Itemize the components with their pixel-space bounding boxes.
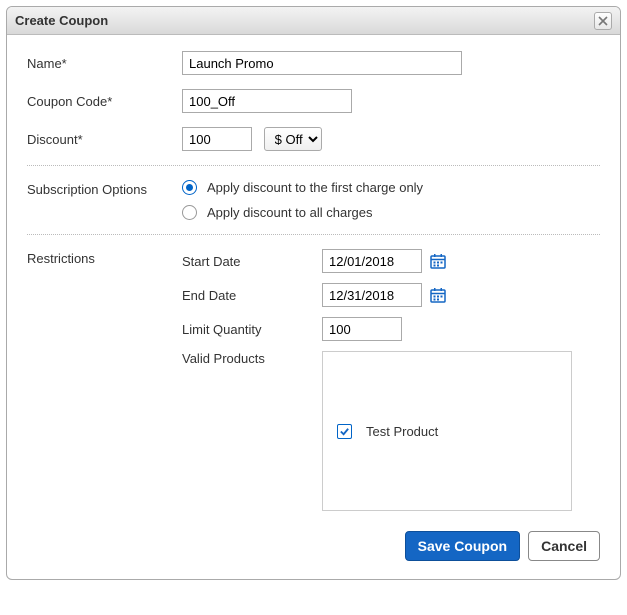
dialog-footer: Save Coupon Cancel: [27, 531, 600, 561]
subscription-option1-label: Apply discount to the first charge only: [207, 180, 423, 195]
end-date-row: End Date: [182, 283, 600, 307]
name-row: Name*: [27, 51, 600, 75]
subscription-row: Subscription Options Apply discount to t…: [27, 180, 600, 220]
close-button[interactable]: [594, 12, 612, 30]
product-checkbox[interactable]: [337, 424, 352, 439]
save-button[interactable]: Save Coupon: [405, 531, 520, 561]
start-date-input[interactable]: [322, 249, 422, 273]
limit-input[interactable]: [322, 317, 402, 341]
valid-products-list: Test Product: [322, 351, 572, 511]
divider: [27, 165, 600, 166]
code-row: Coupon Code*: [27, 89, 600, 113]
calendar-icon: [430, 253, 446, 269]
create-coupon-dialog: Create Coupon Name* Coupon Code* Discoun…: [6, 6, 621, 580]
discount-row: Discount* $ Off: [27, 127, 600, 151]
valid-products-row: Valid Products Test Product: [182, 351, 600, 511]
close-icon: [598, 16, 608, 26]
limit-label: Limit Quantity: [182, 322, 322, 337]
dialog-body: Name* Coupon Code* Discount* $ Off: [7, 35, 620, 579]
start-date-label: Start Date: [182, 254, 322, 269]
cancel-button[interactable]: Cancel: [528, 531, 600, 561]
discount-type-wrap: $ Off: [264, 127, 322, 151]
dialog-header: Create Coupon: [7, 7, 620, 35]
valid-products-label: Valid Products: [182, 351, 322, 366]
restrictions-label: Restrictions: [27, 249, 182, 266]
radio-selected-icon: [182, 180, 197, 195]
restrictions-row: Restrictions Start Date End Date: [27, 249, 600, 511]
subscription-label: Subscription Options: [27, 180, 182, 197]
end-date-input[interactable]: [322, 283, 422, 307]
end-date-picker-button[interactable]: [430, 287, 446, 303]
limit-row: Limit Quantity: [182, 317, 600, 341]
divider: [27, 234, 600, 235]
calendar-icon: [430, 287, 446, 303]
radio-unselected-icon: [182, 205, 197, 220]
name-input[interactable]: [182, 51, 462, 75]
subscription-option2-label: Apply discount to all charges: [207, 205, 372, 220]
subscription-option-all[interactable]: Apply discount to all charges: [182, 205, 600, 220]
end-date-label: End Date: [182, 288, 322, 303]
start-date-row: Start Date: [182, 249, 600, 273]
code-label: Coupon Code*: [27, 94, 182, 109]
code-input[interactable]: [182, 89, 352, 113]
subscription-option-first[interactable]: Apply discount to the first charge only: [182, 180, 600, 195]
dialog-title: Create Coupon: [15, 13, 594, 28]
start-date-picker-button[interactable]: [430, 253, 446, 269]
discount-type-select[interactable]: $ Off: [265, 128, 321, 150]
discount-label: Discount*: [27, 132, 182, 147]
discount-input[interactable]: [182, 127, 252, 151]
check-icon: [339, 426, 350, 437]
product-name: Test Product: [366, 424, 438, 439]
name-label: Name*: [27, 56, 182, 71]
